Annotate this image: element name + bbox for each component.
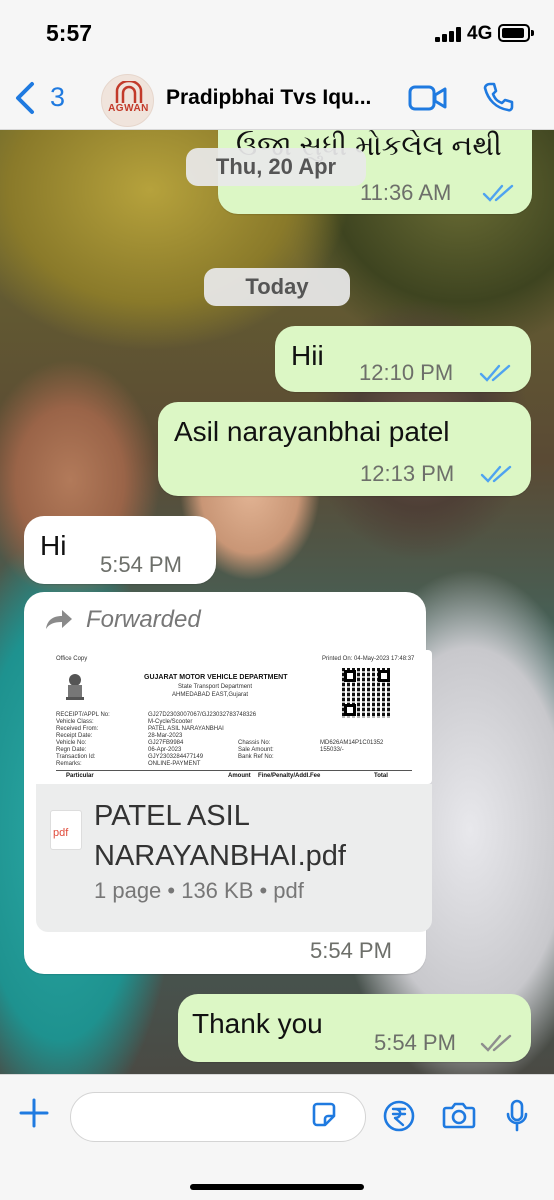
unread-count: 3 [50, 82, 66, 112]
preview-row-value: ONLINE-PAYMENT [148, 761, 201, 767]
date-divider: Today [204, 268, 350, 306]
preview-printed-on: Printed On: 04-May-2023 17:48:37 [322, 656, 415, 662]
message-time: 11:36 AM [360, 180, 452, 205]
back-button[interactable]: 3 [12, 80, 92, 116]
contact-name[interactable]: Pradipbhai Tvs Iqu... [166, 86, 396, 110]
chevron-left-icon [16, 82, 34, 114]
message-bubble-outgoing[interactable]: Thank you 5:54 PM [178, 994, 531, 1062]
government-emblem-icon [66, 674, 84, 700]
chat-header: 3 AGWAN Pradipbhai Tvs Iqu... [0, 66, 554, 130]
preview-row-value: 28-Mar-2023 [148, 733, 183, 739]
message-text: Hii [291, 340, 324, 371]
payment-button[interactable] [382, 1099, 416, 1138]
preview-column-header: Total [374, 773, 388, 779]
forwarded-text: Forwarded [86, 606, 201, 633]
logo-arcs-icon [115, 81, 143, 103]
document-preview[interactable]: Office Copy Printed On: 04-May-2023 17:4… [36, 650, 432, 784]
preview-sub-department: State Transport Department [178, 684, 253, 690]
preview-department: GUJARAT MOTOR VEHICLE DEPARTMENT [144, 674, 288, 681]
message-time: 12:13 PM [360, 461, 455, 486]
preview-row-value: PATEL ASIL NARAYANBHAI [148, 726, 224, 732]
attach-button[interactable] [18, 1097, 50, 1134]
read-ticks-icon [479, 364, 511, 382]
plus-icon [19, 1098, 49, 1128]
signal-icon [435, 27, 465, 42]
preview-row-label: Vehicle Class: [56, 719, 94, 725]
message-bubble-outgoing[interactable]: Hii 12:10 PM [275, 326, 531, 392]
message-text: Hi [40, 530, 67, 561]
qr-code-icon [342, 668, 392, 718]
battery-icon [498, 24, 534, 42]
chat-area[interactable]: ઉજા સુધી મોકલેલ નથી 11:36 AM Thu, 20 Apr… [0, 130, 554, 1074]
preview-row-label: Bank Ref No: [238, 754, 274, 760]
camera-icon [442, 1102, 476, 1129]
preview-column-header: Amount [228, 773, 251, 779]
preview-row-label: Remarks: [56, 761, 82, 767]
preview-office-copy: Office Copy [56, 656, 88, 662]
preview-row-value: 06-Apr-2023 [148, 747, 182, 753]
message-time: 5:54 PM [310, 938, 392, 963]
sticker-icon [312, 1102, 336, 1127]
phone-call-icon [483, 82, 514, 112]
preview-row-label: Vehicle No: [56, 740, 87, 746]
voice-note-button[interactable] [505, 1099, 529, 1138]
preview-row-label: Transaction Id: [56, 754, 96, 760]
preview-column-header: Particular [66, 773, 94, 779]
read-ticks-icon [480, 465, 512, 483]
date-divider: Thu, 20 Apr [186, 148, 366, 186]
home-indicator [190, 1184, 364, 1190]
camera-button[interactable] [442, 1101, 476, 1134]
video-call-button[interactable] [408, 84, 448, 117]
read-ticks-icon [482, 184, 514, 202]
preview-divider [56, 770, 412, 771]
delivered-ticks-icon [480, 1034, 512, 1052]
message-time: 5:54 PM [100, 552, 182, 577]
preview-row-label: Received From: [56, 726, 99, 732]
preview-row-label: RECEIPT/APPL No: [56, 712, 110, 718]
preview-column-header: Fine/Penalty/Addl.Fee [258, 773, 321, 779]
preview-row-label: Regn Date: [56, 747, 87, 753]
preview-row-value: M-Cycle/Scooter [148, 719, 193, 725]
preview-row-value: 155033/- [320, 747, 344, 753]
document-message[interactable]: Forwarded Office Copy Printed On: 04-May… [24, 592, 432, 974]
preview-row-label: Receipt Date: [56, 733, 93, 739]
preview-row-label: Chassis No: [238, 740, 271, 746]
message-time: 5:54 PM [374, 1030, 456, 1055]
message-bubble-incoming[interactable]: Hi 5:54 PM [24, 516, 216, 584]
preview-row-value: MD626AM14P1C01352 [320, 740, 384, 746]
preview-row-value: GJ27FB9984 [148, 740, 184, 746]
microphone-icon [506, 1099, 528, 1132]
video-call-icon [408, 85, 447, 111]
status-time: 5:57 [46, 20, 93, 46]
message-time: 12:10 PM [359, 360, 454, 385]
preview-row-label: Sale Amount: [238, 747, 274, 753]
preview-row-value: GJY2303284477149 [148, 754, 204, 760]
preview-row-value: GJ27D2303007067/GJ23032783748326 [148, 712, 257, 718]
forwarded-label: Forwarded [36, 604, 256, 634]
pdf-file-icon: pdf [50, 810, 82, 850]
composer-bar [0, 1074, 554, 1200]
network-type: 4G [467, 23, 493, 44]
sticker-button[interactable] [310, 1101, 338, 1134]
document-file-card[interactable]: pdf PATEL ASIL NARAYANBHAI.pdf 1 page • … [36, 784, 432, 932]
preview-office: AHMEDABAD EAST,Gujarat [172, 692, 249, 698]
avatar-logo-text: AGWAN [108, 103, 149, 114]
forward-arrow-icon [46, 610, 72, 629]
contact-avatar[interactable]: AGWAN [101, 74, 154, 127]
document-file-name: PATEL ASIL NARAYANBHAI.pdf [94, 800, 346, 872]
voice-call-button[interactable] [482, 81, 514, 118]
message-text: Asil narayanbhai patel [174, 416, 450, 447]
status-bar: 5:57 4G [0, 0, 554, 66]
document-file-info: 1 page • 136 KB • pdf [94, 878, 304, 903]
message-text: Thank you [192, 1008, 323, 1039]
rupee-payment-icon [383, 1100, 415, 1132]
message-bubble-outgoing[interactable]: Asil narayanbhai patel 12:13 PM [158, 402, 531, 496]
